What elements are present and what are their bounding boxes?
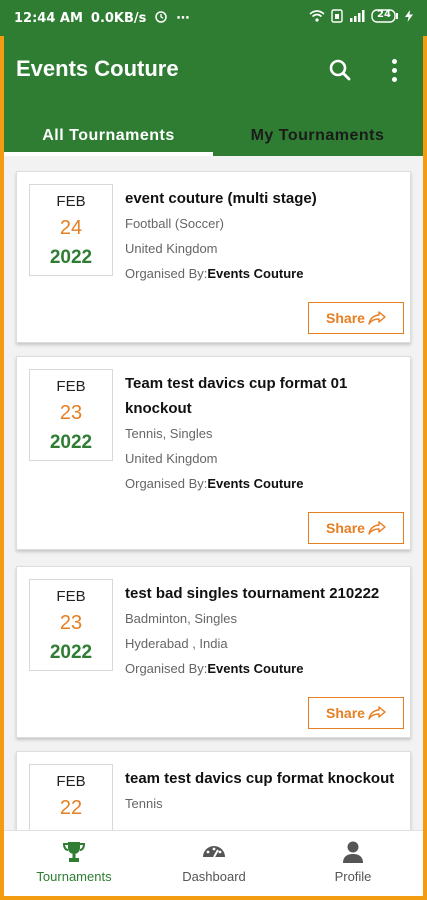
search-button[interactable] xyxy=(326,56,354,84)
event-day: 23 xyxy=(59,402,83,424)
event-info: event couture (multi stage) Football (So… xyxy=(125,186,405,286)
date-box: FEB 22 xyxy=(29,764,113,830)
event-day: 22 xyxy=(59,797,83,819)
event-organiser: Organised By:Events Couture xyxy=(125,476,304,491)
event-year: 2022 xyxy=(49,432,93,453)
share-icon xyxy=(368,521,386,535)
event-location: United Kingdom xyxy=(125,241,218,256)
status-time: 12:44 AM xyxy=(14,10,83,26)
tab-all-tournaments[interactable]: All Tournaments xyxy=(4,116,213,156)
event-organiser: Organised By:Events Couture xyxy=(125,266,304,281)
event-title: team test davics cup format knockout xyxy=(125,770,395,787)
event-month: FEB xyxy=(56,588,86,605)
share-icon xyxy=(368,706,386,720)
battery-icon: 24 xyxy=(371,9,399,27)
event-title: Team test davics cup format 01 knockout xyxy=(125,375,348,417)
more-options-button[interactable] xyxy=(384,56,404,84)
more-status-icon: ⋯ xyxy=(176,10,190,26)
event-year: 2022 xyxy=(49,642,93,663)
nav-tournaments-label: Tournaments xyxy=(36,869,112,884)
share-label: Share xyxy=(326,310,365,326)
dashboard-icon xyxy=(203,846,225,858)
date-box: FEB 23 2022 xyxy=(29,369,113,461)
event-location: United Kingdom xyxy=(125,451,218,466)
wifi-icon xyxy=(309,10,325,26)
event-location: Hyderabad , India xyxy=(125,636,228,651)
status-network-speed: 0.0KB/s xyxy=(90,10,147,26)
share-button[interactable]: Share xyxy=(308,512,404,544)
event-sport: Badminton, Singles xyxy=(125,611,238,626)
share-label: Share xyxy=(326,520,365,536)
battery-level: 24 xyxy=(377,9,391,20)
event-title: event couture (multi stage) xyxy=(125,190,317,207)
trophy-icon xyxy=(62,842,86,862)
event-info: test bad singles tournament 210222 Badmi… xyxy=(125,581,405,681)
nav-dashboard[interactable]: Dashboard xyxy=(144,839,284,891)
event-month: FEB xyxy=(56,378,86,395)
search-icon xyxy=(329,59,351,81)
tab-my-tournaments[interactable]: My Tournaments xyxy=(213,116,422,156)
signal-icon xyxy=(349,10,365,26)
event-sport: Tennis, Singles xyxy=(125,426,213,441)
sim-icon xyxy=(331,9,343,27)
profile-icon xyxy=(343,841,363,863)
more-vert-icon xyxy=(391,58,397,64)
charging-icon xyxy=(405,10,413,26)
event-month: FEB xyxy=(56,773,86,790)
tournament-card[interactable]: FEB 24 2022 event couture (multi stage) … xyxy=(16,171,411,343)
app-title: Events Couture xyxy=(16,56,179,81)
nav-dashboard-label: Dashboard xyxy=(182,869,246,884)
tournament-card[interactable]: FEB 22 team test davics cup format knock… xyxy=(16,751,411,830)
event-organiser: Organised By:Events Couture xyxy=(125,661,304,676)
event-day: 23 xyxy=(59,612,83,634)
event-day: 24 xyxy=(59,217,83,239)
nav-profile[interactable]: Profile xyxy=(283,839,423,891)
status-bar: 12:44 AM 0.0KB/s ⋯ 24 xyxy=(0,0,427,36)
event-info: team test davics cup format knockout Ten… xyxy=(125,766,405,816)
date-box: FEB 23 2022 xyxy=(29,579,113,671)
nav-tournaments[interactable]: Tournaments xyxy=(4,839,144,891)
share-label: Share xyxy=(326,705,365,721)
event-info: Team test davics cup format 01 knockout … xyxy=(125,371,405,496)
event-month: FEB xyxy=(56,193,86,210)
bottom-navigation: Tournaments Dashboard Profile xyxy=(4,830,423,896)
date-box: FEB 24 2022 xyxy=(29,184,113,276)
share-button[interactable]: Share xyxy=(308,697,404,729)
app-bar: Events Couture All Tournaments My Tourna… xyxy=(4,36,423,156)
event-title: test bad singles tournament 210222 xyxy=(125,585,380,602)
share-button[interactable]: Share xyxy=(308,302,404,334)
nav-profile-label: Profile xyxy=(334,869,372,884)
share-icon xyxy=(368,311,386,325)
event-year: 2022 xyxy=(49,247,93,268)
tournament-card[interactable]: FEB 23 2022 test bad singles tournament … xyxy=(16,566,411,738)
event-sport: Tennis xyxy=(125,796,163,811)
alarm-icon xyxy=(154,9,168,27)
tournament-card[interactable]: FEB 23 2022 Team test davics cup format … xyxy=(16,356,411,550)
tournament-list[interactable]: FEB 24 2022 event couture (multi stage) … xyxy=(4,156,423,830)
app-frame: Events Couture All Tournaments My Tourna… xyxy=(4,36,423,896)
event-sport: Football (Soccer) xyxy=(125,216,224,231)
